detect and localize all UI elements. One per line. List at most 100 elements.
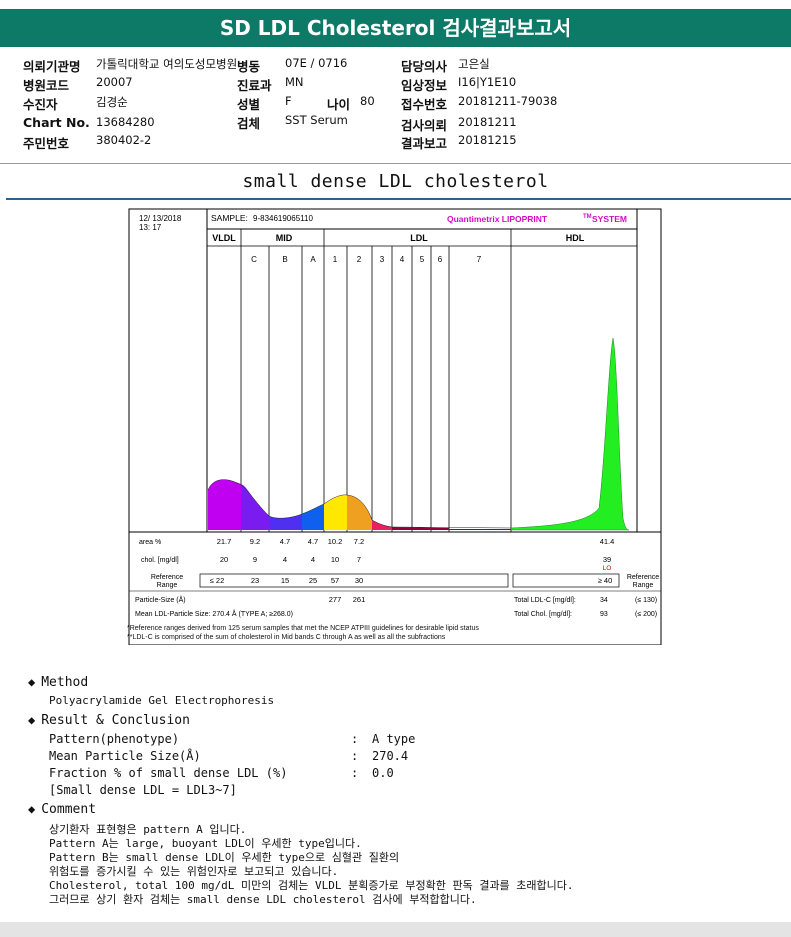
area-a: 4.7 xyxy=(308,537,318,546)
total-ldl-ref: (≤ 130) xyxy=(635,597,657,604)
area-c: 9.2 xyxy=(250,537,260,546)
result-sep-2: : xyxy=(351,749,359,763)
plot-area xyxy=(206,228,638,533)
ref-vldl: ≤ 22 xyxy=(210,576,225,585)
request-org-label: 의뢰기관명 xyxy=(23,59,81,74)
result-label-3: Fraction % of small dense LDL (%) xyxy=(49,766,288,780)
patient-value: 김경순 xyxy=(96,95,128,109)
group-vldl: VLDL xyxy=(212,233,236,243)
area-hdl: 41.4 xyxy=(600,537,615,546)
report-time: 13: 17 xyxy=(139,223,162,232)
total-ldl-value: 34 xyxy=(600,597,608,604)
band-1: 1 xyxy=(333,255,338,264)
receipt-value: 20181211-79038 xyxy=(458,94,558,108)
section-title: small dense LDL cholesterol xyxy=(242,171,549,192)
dept-label: 진료과 xyxy=(237,78,272,93)
age-value: 80 xyxy=(360,94,375,108)
sex-value: F xyxy=(285,94,292,108)
total-chol-value: 93 xyxy=(600,611,608,618)
bottom-bar xyxy=(0,922,791,937)
result-sep-1: : xyxy=(351,732,359,746)
ref-a: 25 xyxy=(309,576,317,585)
report-date-label: 결과보고 xyxy=(401,136,448,151)
ward-label: 병동 xyxy=(237,59,261,74)
doctor-label: 담당의사 xyxy=(401,59,448,74)
band-7: 7 xyxy=(477,255,482,264)
result-label-2: Mean Particle Size(Å) xyxy=(49,749,201,763)
receipt-label: 접수번호 xyxy=(401,97,448,112)
report-page: SD LDL Cholesterol 검사결과보고서 의뢰기관명 가톨릭대학교 … xyxy=(0,0,791,937)
request-org-value: 가톨릭대학교 여의도성모병원 xyxy=(96,57,238,71)
ref-b: 15 xyxy=(281,576,289,585)
group-mid: MID xyxy=(276,233,293,243)
chol-label: chol. [mg/dl] xyxy=(141,557,179,564)
sample-value: 9-834619065110 xyxy=(253,214,313,223)
lipoprint-report: 12/ 13/2018 13: 17 SAMPLE: 9-83461906511… xyxy=(127,208,663,645)
chol-2: 7 xyxy=(357,555,361,564)
band-a: A xyxy=(310,255,316,264)
footnote-1: *Reference ranges derived from 125 serum… xyxy=(127,625,479,632)
band-c: C xyxy=(251,255,257,264)
ref-hdl: ≥ 40 xyxy=(598,576,613,585)
method-heading-text: Method xyxy=(41,675,89,690)
ref-label-1: Reference xyxy=(151,574,183,581)
chart-value: 13684280 xyxy=(96,115,155,129)
system-name: Quantimetrix LIPOPRINT xyxy=(447,214,548,224)
result-sep-3: : xyxy=(351,766,359,780)
report-date: 12/ 13/2018 xyxy=(139,214,182,223)
area-1: 10.2 xyxy=(328,537,343,546)
specimen-label: 검체 xyxy=(237,116,261,131)
clinical-label: 임상정보 xyxy=(401,78,448,93)
particle-2: 261 xyxy=(353,595,366,604)
comment-heading-text: Comment xyxy=(41,802,97,817)
system-suffix: SYSTEM xyxy=(592,214,627,224)
band-3: 3 xyxy=(380,255,385,264)
result-heading: ◆ Result & Conclusion xyxy=(28,713,190,728)
method-text: Polyacrylamide Gel Electrophoresis xyxy=(49,694,275,707)
footnote-2: **LDL-C is comprised of the sum of chole… xyxy=(127,634,446,641)
band-b: B xyxy=(282,255,287,264)
doctor-value: 고은실 xyxy=(458,57,490,71)
clinical-value: I16|Y1E10 xyxy=(458,75,517,89)
band-5: 5 xyxy=(420,255,425,264)
group-ldl: LDL xyxy=(410,233,428,243)
area-2: 7.2 xyxy=(354,537,364,546)
diamond-icon: ◆ xyxy=(28,675,36,689)
hdl-low-flag: LO xyxy=(603,565,612,572)
band-4: 4 xyxy=(400,255,405,264)
chol-b: 4 xyxy=(283,555,287,564)
diamond-icon: ◆ xyxy=(28,713,36,727)
total-chol-label: Total Chol. [mg/dl]: xyxy=(514,611,572,618)
system-tm: TM xyxy=(583,214,592,220)
band-dividers xyxy=(240,229,512,532)
group-hdl: HDL xyxy=(566,233,585,243)
patient-info: 의뢰기관명 가톨릭대학교 여의도성모병원 병동 07E / 0716 담당의사 … xyxy=(0,56,791,156)
req-date-value: 20181211 xyxy=(458,115,517,129)
sample-label: SAMPLE: xyxy=(211,213,248,223)
chol-hdl: 39 xyxy=(603,555,611,564)
ref-2: 30 xyxy=(355,576,363,585)
result-value-2: 270.4 xyxy=(372,749,409,763)
chol-1: 10 xyxy=(331,555,339,564)
divider xyxy=(0,163,791,164)
patient-label: 수진자 xyxy=(23,97,58,112)
area-b: 4.7 xyxy=(280,537,290,546)
diamond-icon: ◆ xyxy=(28,802,36,816)
hosp-code-value: 20007 xyxy=(96,75,133,89)
total-chol-ref: (≤ 200) xyxy=(635,611,657,618)
chol-c: 9 xyxy=(253,555,257,564)
page-title: SD LDL Cholesterol 검사결과보고서 xyxy=(0,9,791,47)
result-value-1: A type xyxy=(372,732,416,746)
ref-label-2: Range xyxy=(157,582,178,589)
result-note: [Small dense LDL = LDL3~7] xyxy=(49,783,237,797)
hosp-code-label: 병원코드 xyxy=(23,78,70,93)
mean-particle: Mean LDL-Particle Size: 270.4 Å (TYPE A;… xyxy=(135,609,293,618)
area-vldl: 21.7 xyxy=(217,537,232,546)
band-2: 2 xyxy=(357,255,362,264)
sex-label: 성별 xyxy=(237,97,261,112)
chart-label: Chart No. xyxy=(23,115,90,130)
specimen-value: SST Serum xyxy=(285,113,348,127)
result-value-3: 0.0 xyxy=(372,766,394,780)
comment-line-6: 그러므로 상기 환자 검체는 small dense LDL cholester… xyxy=(49,893,477,906)
ref-1: 57 xyxy=(331,576,339,585)
